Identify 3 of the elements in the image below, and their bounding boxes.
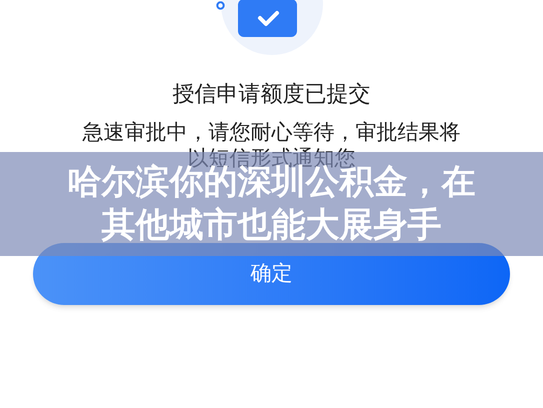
dialog-title: 授信申请额度已提交	[172, 81, 370, 109]
badge-dot-icon	[216, 1, 225, 10]
check-icon	[238, 0, 297, 37]
